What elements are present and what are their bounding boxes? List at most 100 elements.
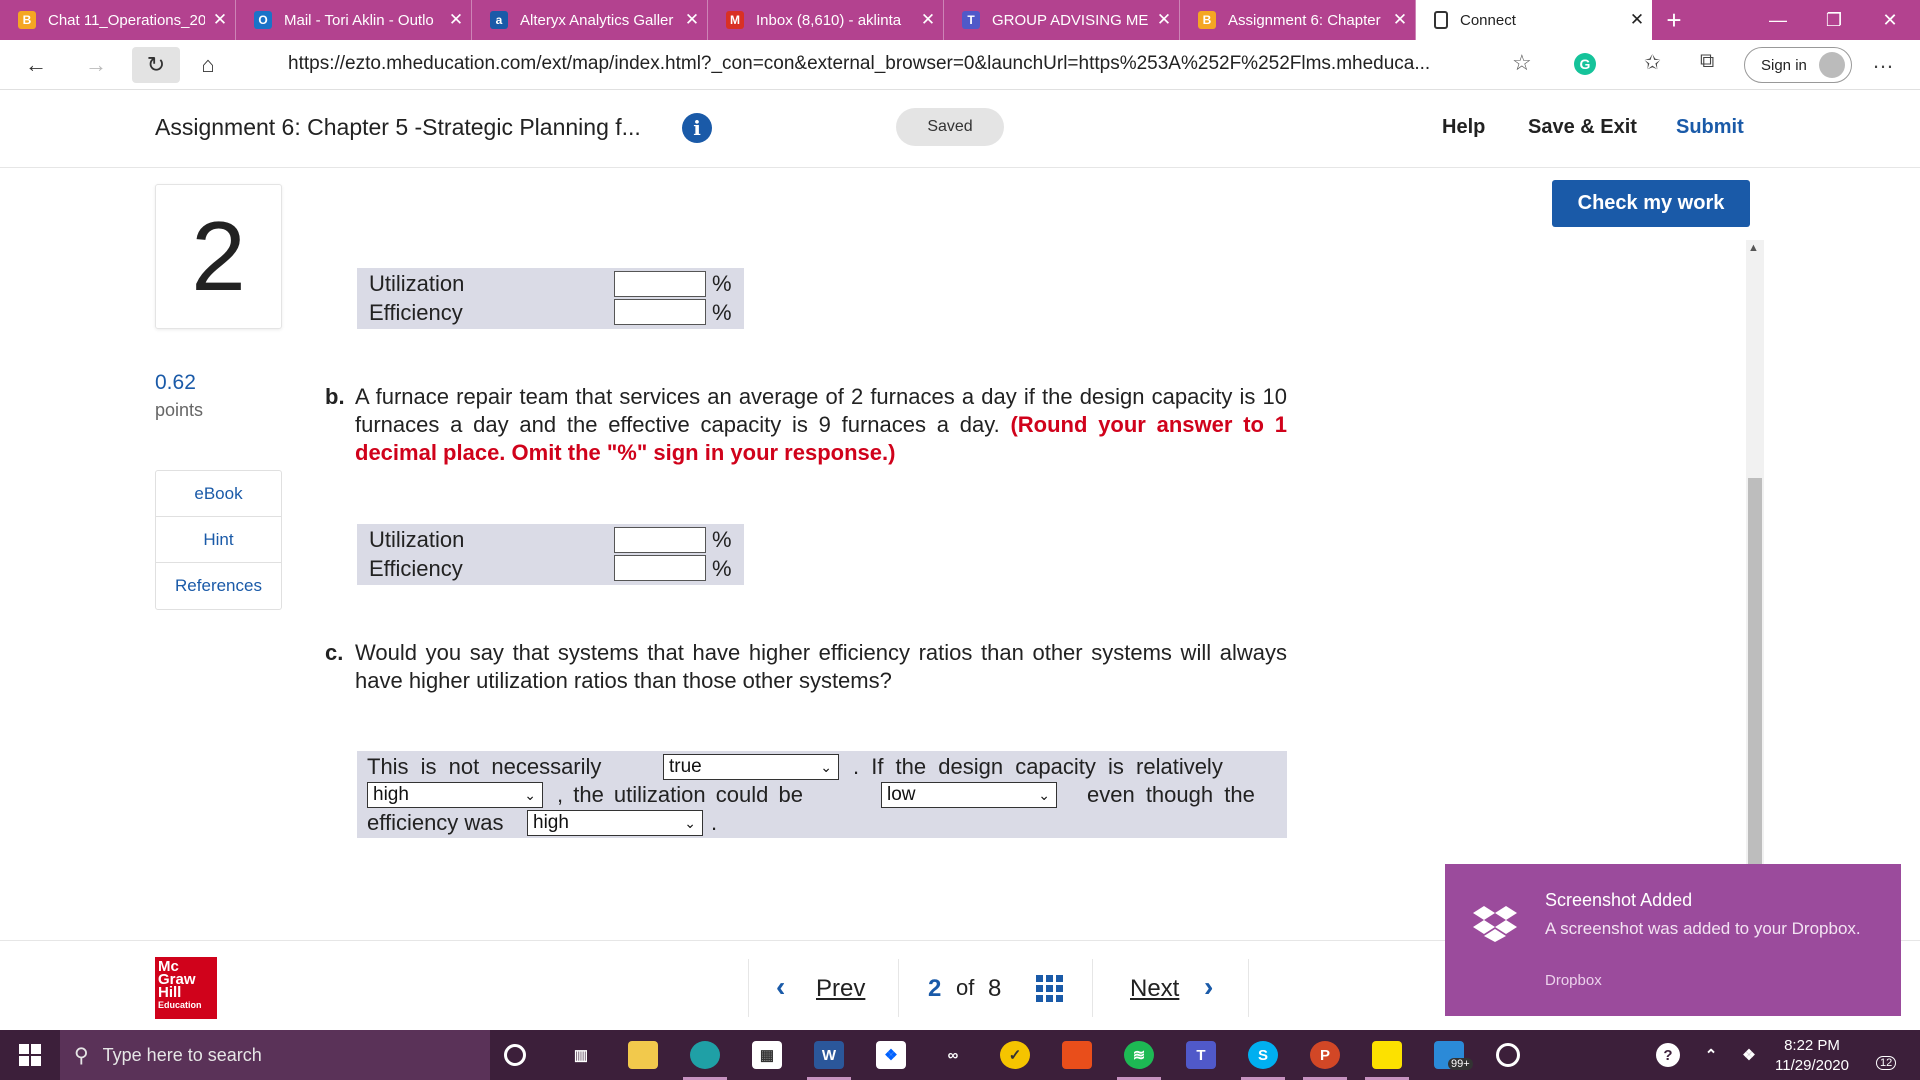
- cortana-icon[interactable]: [504, 1044, 526, 1066]
- dropdown-value: high: [373, 784, 409, 805]
- scrollbar-thumb[interactable]: [1748, 478, 1762, 865]
- percent-unit: %: [712, 527, 732, 552]
- scroll-up-icon[interactable]: ▲: [1748, 242, 1759, 254]
- back-icon[interactable]: ←: [12, 47, 60, 83]
- pager-divider: [1248, 959, 1249, 1017]
- clock-date: 11/29/2020: [1775, 1057, 1849, 1074]
- dropdown-4[interactable]: high ⌄: [527, 810, 703, 836]
- more-icon[interactable]: …: [1872, 48, 1894, 74]
- windows-taskbar: ⚲ Type here to search ▥ ▦ W ❖ ∞ ✓ ≋ T S …: [0, 1030, 1920, 1080]
- close-icon[interactable]: ✕: [913, 10, 943, 30]
- obs-icon[interactable]: [1496, 1043, 1520, 1067]
- forward-icon[interactable]: →: [72, 47, 120, 83]
- info-icon[interactable]: i: [682, 113, 712, 143]
- restore-icon[interactable]: ❐: [1806, 0, 1862, 40]
- utilization-label: Utilization: [369, 527, 465, 552]
- url-field[interactable]: https://ezto.mheducation.com/ext/map/ind…: [288, 53, 1430, 75]
- utilization-input[interactable]: [614, 271, 706, 297]
- percent-unit: %: [712, 556, 732, 581]
- reload-icon[interactable]: ↻: [132, 46, 180, 83]
- notification-center-icon[interactable]: 12: [1866, 1042, 1898, 1070]
- new-tab-icon[interactable]: +: [1652, 5, 1696, 36]
- word-icon[interactable]: W: [814, 1041, 844, 1069]
- dropdown-2[interactable]: high ⌄: [367, 782, 543, 808]
- browser-tab-active[interactable]: Connect ✕: [1416, 0, 1652, 40]
- dropbox-taskbar-icon[interactable]: ❖: [876, 1041, 906, 1069]
- sign-in-button[interactable]: Sign in: [1744, 47, 1852, 83]
- favorites-icon[interactable]: ✩: [1644, 50, 1661, 75]
- avatar: [1819, 52, 1845, 78]
- dropbox-icon: [1473, 906, 1517, 942]
- question-number: 2: [155, 184, 282, 329]
- chevron-left-icon[interactable]: ‹: [776, 971, 785, 1003]
- file-explorer-icon[interactable]: [628, 1041, 658, 1069]
- close-icon[interactable]: ✕: [1385, 10, 1415, 30]
- chevron-down-icon: ⌄: [820, 759, 832, 775]
- powerpoint-icon[interactable]: P: [1310, 1041, 1340, 1069]
- fill-text: , the utilization could be: [557, 782, 803, 807]
- infinity-icon[interactable]: ∞: [938, 1041, 968, 1069]
- close-icon[interactable]: ✕: [205, 10, 235, 30]
- store-icon[interactable]: ▦: [752, 1041, 782, 1069]
- teams-taskbar-icon[interactable]: T: [1186, 1041, 1216, 1069]
- close-icon[interactable]: ✕: [1149, 10, 1179, 30]
- close-icon[interactable]: ✕: [677, 10, 707, 30]
- close-window-icon[interactable]: ✕: [1862, 0, 1918, 40]
- chevron-down-icon: ⌄: [684, 815, 696, 831]
- windows-start-icon[interactable]: [0, 1030, 60, 1080]
- norton-icon[interactable]: ✓: [1000, 1041, 1030, 1069]
- help-link[interactable]: Help: [1442, 116, 1485, 139]
- gmail-icon: M: [726, 11, 744, 29]
- system-clock[interactable]: 8:22 PM 11/29/2020: [1772, 1036, 1852, 1076]
- toast-body: A screenshot was added to your Dropbox.: [1545, 919, 1861, 938]
- edge-icon[interactable]: [690, 1041, 720, 1069]
- minimize-icon[interactable]: —: [1750, 0, 1806, 40]
- grammarly-icon[interactable]: G: [1574, 53, 1596, 75]
- collections-icon[interactable]: ⧉: [1700, 50, 1714, 73]
- pager-divider: [898, 959, 899, 1017]
- dropbox-notification[interactable]: Screenshot Added A screenshot was added …: [1445, 864, 1901, 1016]
- browser-tab[interactable]: O Mail - Tori Aklin - Outlo ✕: [236, 0, 472, 40]
- skype-icon[interactable]: S: [1248, 1041, 1278, 1069]
- save-exit-link[interactable]: Save & Exit: [1528, 116, 1637, 139]
- spotify-icon[interactable]: ≋: [1124, 1041, 1154, 1069]
- efficiency-input[interactable]: [614, 299, 706, 325]
- tab-label: GROUP ADVISING MEE: [992, 11, 1149, 29]
- browser-tab[interactable]: B Assignment 6: Chapter ✕: [1180, 0, 1416, 40]
- sticky-notes-icon[interactable]: [1372, 1041, 1402, 1069]
- tab-label: Mail - Tori Aklin - Outlo: [284, 11, 434, 29]
- grid-icon[interactable]: [1036, 975, 1063, 1002]
- favorite-star-icon[interactable]: ☆: [1512, 50, 1532, 76]
- dropdown-1[interactable]: true ⌄: [663, 754, 839, 780]
- home-icon[interactable]: ⌂: [184, 47, 232, 83]
- submit-link[interactable]: Submit: [1676, 116, 1744, 139]
- office-icon[interactable]: [1062, 1041, 1092, 1069]
- browser-tab[interactable]: B Chat 11_Operations_20 ✕: [0, 0, 236, 40]
- efficiency-input[interactable]: [614, 555, 706, 581]
- points-value: 0.62: [155, 371, 196, 394]
- answer-table-a: Utilization % Efficiency %: [357, 268, 744, 329]
- references-button[interactable]: References: [156, 563, 281, 609]
- prev-button[interactable]: Prev: [816, 975, 865, 1003]
- tab-label: Assignment 6: Chapter: [1228, 11, 1381, 29]
- task-view-icon[interactable]: ▥: [566, 1041, 596, 1069]
- taskbar-search[interactable]: ⚲ Type here to search: [60, 1030, 490, 1080]
- check-my-work-button[interactable]: Check my work: [1552, 180, 1750, 227]
- dropdown-3[interactable]: low ⌄: [881, 782, 1057, 808]
- assignment-title: Assignment 6: Chapter 5 -Strategic Plann…: [155, 114, 641, 140]
- browser-tab[interactable]: M Inbox (8,610) - aklinta ✕: [708, 0, 944, 40]
- browser-tab[interactable]: T GROUP ADVISING MEE ✕: [944, 0, 1180, 40]
- next-button[interactable]: Next: [1130, 975, 1179, 1003]
- chevron-up-icon[interactable]: ⌃: [1696, 1041, 1726, 1069]
- hint-button[interactable]: Hint: [156, 517, 281, 563]
- close-icon[interactable]: ✕: [1622, 10, 1652, 30]
- ebook-button[interactable]: eBook: [156, 471, 281, 517]
- help-tray-icon[interactable]: ?: [1656, 1043, 1680, 1067]
- browser-tab[interactable]: a Alteryx Analytics Galler ✕: [472, 0, 708, 40]
- percent-unit: %: [712, 271, 732, 296]
- chevron-right-icon[interactable]: ›: [1204, 971, 1213, 1003]
- dropbox-tray-icon[interactable]: ❖: [1734, 1041, 1764, 1069]
- alteryx-icon: a: [490, 11, 508, 29]
- utilization-input[interactable]: [614, 527, 706, 553]
- close-icon[interactable]: ✕: [441, 10, 471, 30]
